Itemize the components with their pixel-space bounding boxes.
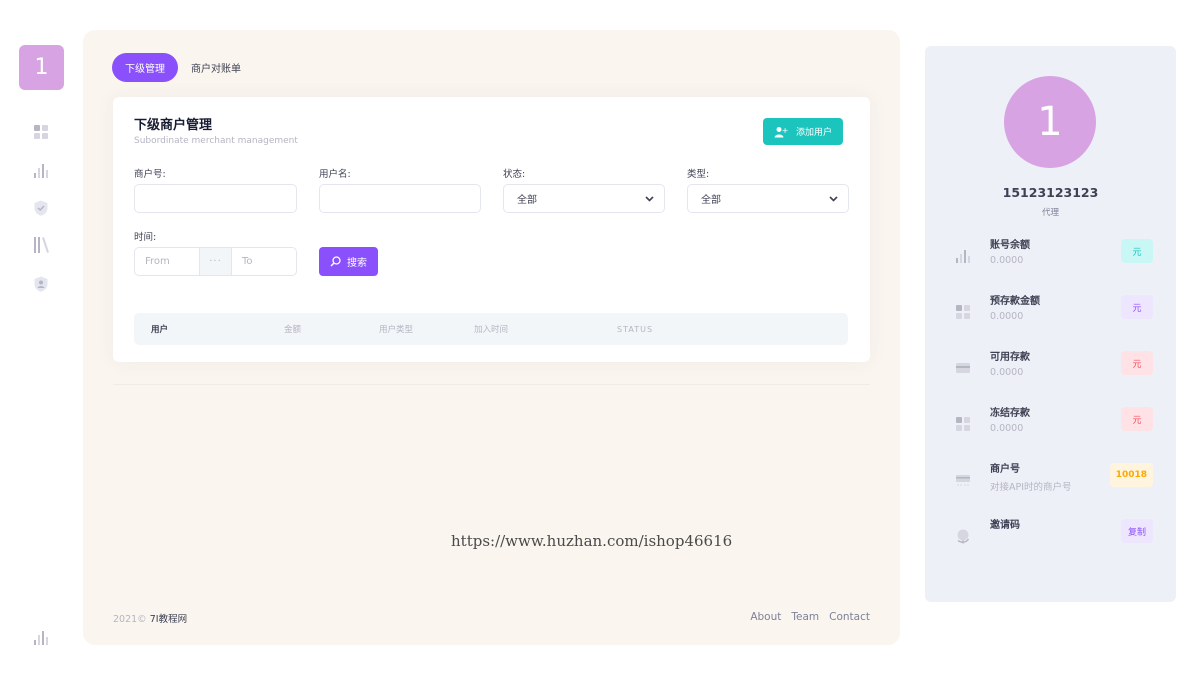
- card-icon: [955, 360, 971, 376]
- column-header-join-time[interactable]: 加入时间: [474, 313, 508, 345]
- merchant-panel: 下级商户管理 Subordinate merchant management 添…: [113, 97, 870, 362]
- search-icon: [330, 256, 341, 267]
- username-input[interactable]: [319, 184, 481, 213]
- footer-copyright: 2021© 7I教程网: [113, 611, 187, 625]
- footer-links: About Team Contact: [750, 611, 870, 623]
- add-user-button[interactable]: 添加用户: [762, 118, 843, 145]
- stat-account-balance: 账号余额 0.0000 元: [925, 236, 1176, 276]
- stat-title: 邀请码: [990, 520, 1020, 531]
- stat-value: 对接API时的商户号: [990, 482, 1072, 493]
- status-select[interactable]: 全部: [503, 184, 665, 213]
- date-to-input[interactable]: To: [232, 248, 296, 275]
- watermark-text: https://www.huzhan.com/ishop46616: [451, 532, 733, 550]
- merchant-no-input[interactable]: [134, 184, 297, 213]
- search-label: 搜索: [347, 258, 367, 269]
- globe-icon: [955, 528, 971, 544]
- panel-title: 下级商户管理: [134, 118, 213, 133]
- main-content: 下级管理 商户对账单 下级商户管理 Subordinate merchant m…: [83, 30, 900, 645]
- bar-chart-icon: [955, 248, 971, 264]
- status-select-value: 全部: [517, 195, 537, 206]
- column-header-status[interactable]: STATUS: [617, 313, 653, 345]
- stat-title: 账号余额: [990, 240, 1030, 251]
- profile-panel: 1 15123123123 代理 账号余额 0.0000 元 预存款金额 0.0…: [925, 46, 1176, 602]
- column-header-amount[interactable]: 金额: [284, 313, 301, 345]
- stat-invite-code: 邀请码 复制: [925, 516, 1176, 556]
- chevron-down-icon: [829, 195, 838, 202]
- stat-merchant-no: 商户号 对接API时的商户号 10018: [925, 460, 1176, 500]
- stat-prepaid-amount: 预存款金额 0.0000 元: [925, 292, 1176, 332]
- stat-available-deposit: 可用存款 0.0000 元: [925, 348, 1176, 388]
- time-label: 时间:: [134, 232, 157, 243]
- date-range-separator: ···: [199, 248, 232, 275]
- type-label: 类型:: [687, 169, 710, 180]
- shield-icon[interactable]: [32, 199, 50, 217]
- library-icon[interactable]: [32, 236, 50, 254]
- divider: [113, 384, 870, 385]
- table-header: 用户 金额 用户类型 加入时间 STATUS: [134, 313, 848, 345]
- grid-icon[interactable]: [32, 123, 50, 141]
- search-button[interactable]: 搜索: [319, 247, 378, 276]
- chevron-down-icon: [645, 195, 654, 202]
- grid-icon: [955, 416, 971, 432]
- avatar: 1: [1004, 76, 1096, 168]
- column-header-user[interactable]: 用户: [151, 313, 168, 345]
- stat-title: 预存款金额: [990, 296, 1040, 307]
- sidebar: 1: [0, 0, 80, 675]
- merchant-no-label: 商户号:: [134, 169, 166, 180]
- stat-badge: 元: [1121, 351, 1153, 375]
- logo[interactable]: 1: [19, 45, 64, 90]
- stat-value: 0.0000: [990, 255, 1024, 266]
- footer-link-about[interactable]: About: [750, 611, 781, 623]
- date-from-input[interactable]: From: [135, 248, 199, 275]
- profile-name: 15123123123: [1002, 185, 1099, 200]
- add-user-label: 添加用户: [795, 128, 832, 138]
- stat-frozen-deposit: 冻结存款 0.0000 元: [925, 404, 1176, 444]
- tab-merchant-statement[interactable]: 商户对账单: [178, 53, 254, 82]
- copy-invite-button[interactable]: 复制: [1121, 519, 1153, 543]
- footer-link-contact[interactable]: Contact: [829, 611, 870, 623]
- stat-title: 可用存款: [990, 352, 1030, 363]
- stat-badge: 元: [1121, 407, 1153, 431]
- profile-role: 代理: [1041, 208, 1059, 218]
- tab-subordinate-management[interactable]: 下级管理: [112, 53, 178, 82]
- stat-badge: 元: [1121, 239, 1153, 263]
- merchant-id-badge: 10018: [1109, 463, 1153, 487]
- stat-title: 商户号: [990, 464, 1020, 475]
- username-label: 用户名:: [319, 169, 351, 180]
- stat-value: 0.0000: [990, 423, 1024, 434]
- stat-badge: 元: [1121, 295, 1153, 319]
- stat-title: 冻结存款: [990, 408, 1030, 419]
- status-label: 状态:: [503, 169, 526, 180]
- stat-value: 0.0000: [990, 367, 1024, 378]
- grid-icon: [955, 304, 971, 320]
- terminal-icon: [955, 472, 971, 488]
- add-user-icon: [774, 126, 788, 138]
- stat-value: 0.0000: [990, 311, 1024, 322]
- footer-link-team[interactable]: Team: [791, 611, 819, 623]
- badge-icon[interactable]: [32, 275, 50, 293]
- footer-year: 2021©: [113, 614, 147, 625]
- type-select[interactable]: 全部: [687, 184, 849, 213]
- bar-chart-icon[interactable]: [32, 629, 50, 647]
- bar-chart-icon[interactable]: [32, 162, 50, 180]
- tab-bar: 下级管理 商户对账单: [112, 53, 254, 82]
- column-header-user-type[interactable]: 用户类型: [379, 313, 413, 345]
- type-select-value: 全部: [701, 195, 721, 206]
- footer-brand-link[interactable]: 7I教程网: [150, 614, 187, 625]
- date-range-picker: From ··· To: [134, 247, 297, 276]
- panel-subtitle: Subordinate merchant management: [134, 136, 298, 146]
